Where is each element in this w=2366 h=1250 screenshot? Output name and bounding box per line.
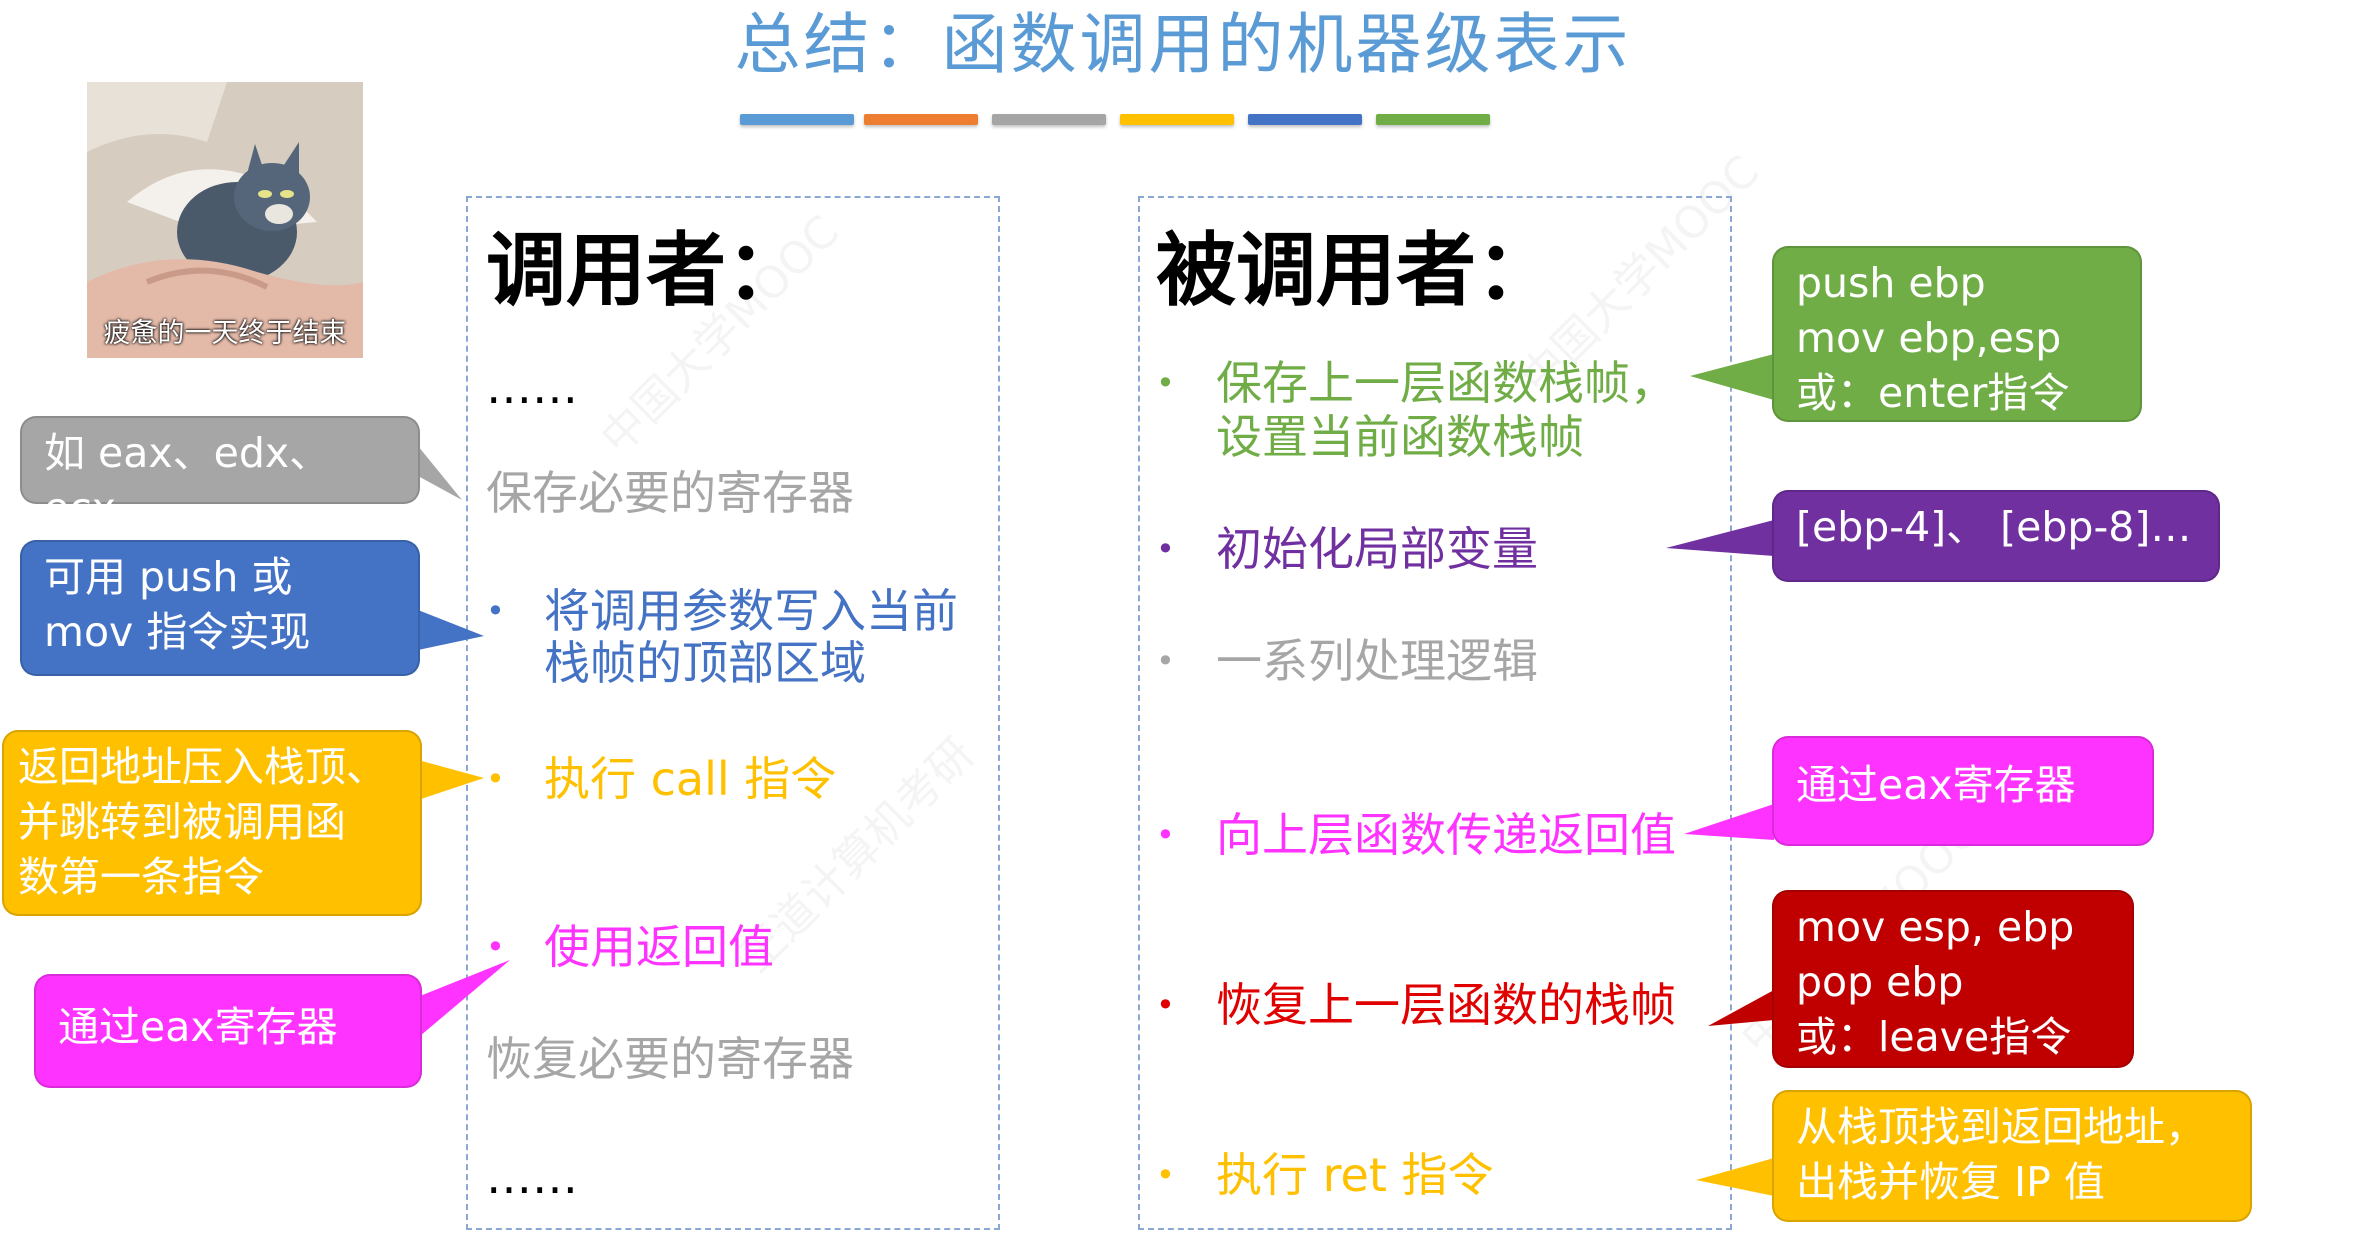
bullet-dot: • (1156, 816, 1175, 854)
callout-text: 通过eax寄存器 (1796, 761, 2076, 809)
callout-text: [ebp-4]、 [ebp-8]… (1796, 503, 2192, 551)
callee-heading: 被调用者： (1156, 223, 1556, 317)
meme-caption: 疲惫的一天终于结束 (103, 318, 347, 349)
callout-text-line1: mov esp, ebp (1796, 903, 2075, 951)
callout-ret: 从栈顶找到返回地址， 出栈并恢复 IP 值 (1772, 1090, 2252, 1222)
callout-text-line2: mov 指令实现 (44, 608, 311, 656)
bullet-dot: • (1156, 530, 1175, 568)
callout-regs-example: 如 eax、edx、ecx (20, 416, 420, 532)
stripe-green (1376, 114, 1490, 125)
callee-panel (1138, 196, 1732, 1230)
caller-save-regs: 保存必要的寄存器 (486, 466, 854, 520)
pointer-regs-example (418, 446, 462, 500)
callout-text-line1: push ebp (1796, 259, 1986, 307)
stripe-darkblue (1248, 114, 1362, 125)
callout-text-line3: 或：leave指令 (1796, 1013, 2072, 1061)
caller-heading: 调用者： (486, 223, 806, 317)
caller-write-args-line1: 将调用参数写入当前 (544, 584, 958, 638)
callee-pass-ret: 向上层函数传递返回值 (1216, 808, 1676, 862)
bullet-dot: • (486, 760, 505, 798)
callout-text-line1: 可用 push 或 (44, 553, 293, 601)
bullet-dot: • (486, 592, 505, 630)
callout-text-line1: 从栈顶找到返回地址， (1796, 1103, 2206, 1151)
callout-text-line2: 出栈并恢复 IP 值 (1796, 1158, 2105, 1206)
callout-text-line2: pop ebp (1796, 958, 1964, 1006)
callout-use-eax: 通过eax寄存器 (34, 974, 422, 1088)
stripe-orange (864, 114, 978, 125)
callout-push-mov: 可用 push 或 mov 指令实现 (20, 540, 420, 676)
callee-init-locals: 初始化局部变量 (1216, 522, 1538, 576)
callout-text-line2: mov ebp,esp (1796, 314, 2062, 362)
slide-title: 总结：函数调用的机器级表示 (734, 6, 1632, 83)
caller-use-ret: 使用返回值 (544, 920, 774, 974)
stripe-gray (992, 114, 1106, 125)
callout-locals: [ebp-4]、 [ebp-8]… (1772, 490, 2220, 582)
callee-save-frame-line1: 保存上一层函数栈帧， (1216, 356, 1676, 410)
callout-pass-eax: 通过eax寄存器 (1772, 736, 2154, 846)
bullet-dot: • (1156, 1156, 1175, 1194)
callout-text-line1: 返回地址压入栈顶、 (18, 743, 387, 791)
bullet-dot: • (1156, 986, 1175, 1024)
caller-dots-top: …… (486, 360, 578, 414)
caller-exec-call: 执行 call 指令 (544, 752, 837, 806)
stripe-blue (740, 114, 854, 125)
bullet-dot: • (1156, 364, 1175, 402)
callee-logic: 一系列处理逻辑 (1216, 634, 1538, 688)
stripe-yellow (1120, 114, 1234, 125)
meme-image: 疲惫的一天终于结束 (87, 82, 363, 358)
callee-exec-ret: 执行 ret 指令 (1216, 1148, 1494, 1202)
bullet-dot: • (1156, 642, 1175, 680)
caller-dots-bottom: …… (486, 1150, 578, 1204)
callout-text: 如 eax、edx、ecx (44, 429, 331, 532)
callout-text-line2: 并跳转到被调用函 (18, 798, 346, 846)
caller-restore-regs: 恢复必要的寄存器 (486, 1032, 854, 1086)
callee-save-frame-line2: 设置当前函数栈帧 (1216, 410, 1584, 464)
callout-call-desc: 返回地址压入栈顶、 并跳转到被调用函 数第一条指令 (2, 730, 422, 916)
callout-enter: push ebp mov ebp,esp 或：enter指令 (1772, 246, 2142, 422)
callee-restore-frame: 恢复上一层函数的栈帧 (1216, 978, 1676, 1032)
caller-write-args-line2: 栈帧的顶部区域 (544, 636, 866, 690)
callout-text-line3: 或：enter指令 (1796, 369, 2070, 417)
callout-leave: mov esp, ebp pop ebp 或：leave指令 (1772, 890, 2134, 1068)
bullet-dot: • (486, 928, 505, 966)
callout-text-line3: 数第一条指令 (18, 853, 264, 901)
callout-text: 通过eax寄存器 (58, 1003, 338, 1051)
